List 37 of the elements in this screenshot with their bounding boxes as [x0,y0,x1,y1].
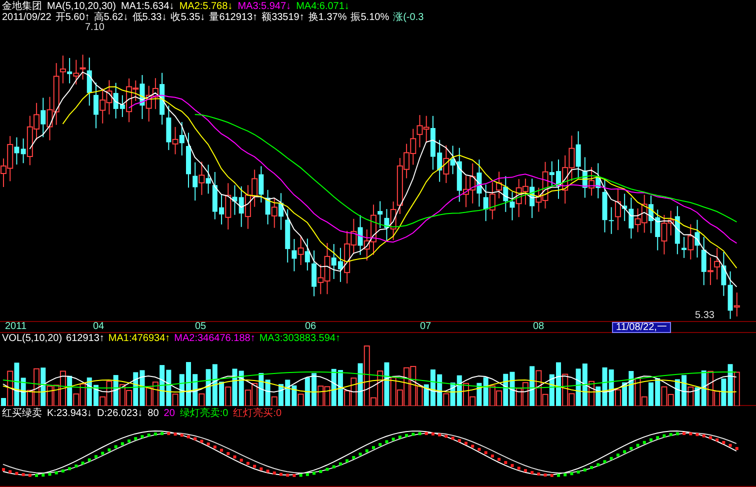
indicator-value: 80 [148,409,159,419]
date-axis-label: 2011 [5,322,27,332]
indicator-value: 高5.62↓ [94,12,128,23]
indicator-value: D:26.023↓ [97,409,143,419]
indicator-value: 20 [164,409,175,419]
quote-date: 2011/09/22 [2,12,52,23]
date-axis-label: 04 [93,322,104,332]
indicator-value: 612913↑ [66,334,104,344]
indicator-value: K:23.943↓ [47,409,92,419]
indicator-value: MA3:303883.594↑ [259,334,340,344]
indicator-value: 低5.33↓ [132,12,167,23]
indicator-value: MA3:5.947↓ [238,0,292,12]
indicator-value: 收5.35↓ [170,12,206,23]
indicator-value: MA2:5.768↓ [179,0,233,12]
indicator-value: 绿灯亮卖:0 [180,409,228,419]
date-axis-label: 06 [305,322,316,332]
price-label: 5.33 [695,311,714,321]
date-axis-label: 08 [533,322,544,332]
date-axis-label: 07 [420,322,432,332]
indicator-name: 红买绿卖 [2,409,42,419]
volume-label: VOL(5,10,20) [2,334,62,344]
indicator-value: MA1:5.634↓ [120,0,174,12]
indicator-value: MA1:476934↑ [108,334,170,344]
price-label: 7.10 [85,23,104,33]
indicator-value: MA4:6.071↓ [296,0,350,12]
ma-label: MA(5,10,20,30) [47,0,116,12]
cursor-date: 11/08/22,一 [612,322,671,333]
date-axis-label: 05 [195,322,206,332]
indicator-value: 量612913↑ [209,12,258,23]
indicator-value: 换1.37% [308,12,347,23]
indicator-value: 额33519↑ [262,12,304,23]
indicator-value: MA2:346476.188↑ [174,334,256,344]
indicator-value: 涨(-0.3 [393,12,424,23]
indicator-value: 红灯亮买:0 [233,409,282,419]
indicator-value: 开5.60↑ [55,12,90,23]
stock-name: 金地集团 [2,0,42,12]
indicator-value: 振5.10% [350,12,390,23]
